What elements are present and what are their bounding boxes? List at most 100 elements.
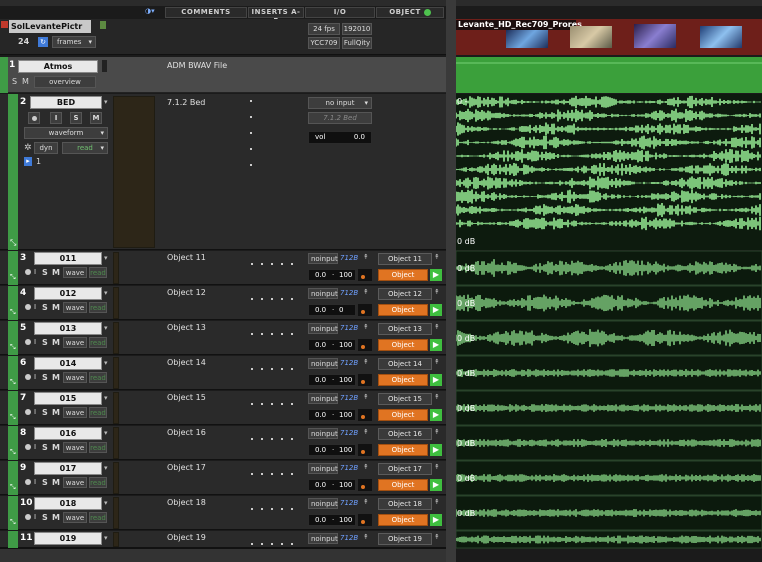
header-inserts[interactable]: INSERTS A-E bbox=[248, 7, 304, 25]
object-track-name[interactable]: 015 bbox=[34, 392, 102, 405]
object-input-select[interactable]: noinput bbox=[308, 323, 338, 334]
object-mode-button[interactable]: Object bbox=[378, 339, 428, 351]
bottom-scrollbar[interactable] bbox=[0, 548, 446, 562]
object-play-icon[interactable]: ▶ bbox=[430, 339, 442, 351]
object-link-icon[interactable]: ↟ bbox=[434, 463, 442, 471]
object-mode-button[interactable]: Object bbox=[378, 409, 428, 421]
object-mute-button[interactable]: M bbox=[52, 513, 60, 522]
object-link-icon[interactable]: ↟ bbox=[434, 533, 442, 541]
bed-playlist-icon[interactable]: ▸ bbox=[24, 157, 32, 166]
bed-automation-select[interactable]: read ▾ bbox=[62, 142, 108, 154]
object-mode-button[interactable]: Object bbox=[378, 269, 428, 281]
object-output-link-icon[interactable]: ↟ bbox=[363, 498, 373, 506]
record-dot-icon[interactable] bbox=[25, 269, 31, 275]
object-track-menu-icon[interactable]: ▾ bbox=[104, 499, 108, 507]
object-mode-button[interactable]: Object bbox=[378, 514, 428, 526]
object-input-select[interactable]: noinput bbox=[308, 393, 338, 404]
object-automation-select[interactable]: read bbox=[89, 302, 107, 313]
record-dot-icon[interactable] bbox=[25, 304, 31, 310]
object-comment[interactable]: Object 18 bbox=[167, 498, 247, 507]
object-name-button[interactable]: Object 17 bbox=[378, 463, 432, 475]
object-track-menu-icon[interactable]: ▾ bbox=[104, 324, 108, 332]
object-mute-button[interactable]: M bbox=[52, 373, 60, 382]
object-solo-button[interactable]: S bbox=[42, 443, 50, 452]
object-automation-select[interactable]: read bbox=[89, 407, 107, 418]
record-dot-icon[interactable] bbox=[25, 479, 31, 485]
atmos-track-tab[interactable] bbox=[0, 57, 8, 93]
atmos-view-select[interactable]: overview bbox=[34, 76, 96, 88]
object-automation-select[interactable]: read bbox=[89, 477, 107, 488]
object-solo-button[interactable]: S bbox=[42, 513, 50, 522]
header-object[interactable]: OBJECT bbox=[376, 7, 444, 18]
object-comment[interactable]: Object 19 bbox=[167, 533, 247, 542]
object-solo-button[interactable]: S bbox=[42, 268, 50, 277]
object-track-tab[interactable] bbox=[8, 531, 18, 548]
object-mute-button[interactable]: M bbox=[52, 408, 60, 417]
object-track-name[interactable]: 013 bbox=[34, 322, 102, 335]
object-name-button[interactable]: Object 14 bbox=[378, 358, 432, 370]
object-track-name[interactable]: 018 bbox=[34, 497, 102, 510]
object-play-icon[interactable]: ▶ bbox=[430, 514, 442, 526]
object-track-name[interactable]: 012 bbox=[34, 287, 102, 300]
object-pan-field[interactable]: 0.0 · 100 bbox=[308, 479, 356, 491]
object-name-button[interactable]: Object 16 bbox=[378, 428, 432, 440]
object-panner-mini[interactable] bbox=[358, 444, 372, 456]
object-insert-slots[interactable] bbox=[251, 398, 305, 405]
object-output-select[interactable]: 712B bbox=[340, 323, 362, 334]
object-output-link-icon[interactable]: ↟ bbox=[363, 323, 373, 331]
object-track-name[interactable]: 011 bbox=[34, 252, 102, 265]
record-dot-icon[interactable] bbox=[25, 374, 31, 380]
object-pan-field[interactable]: 0.0 · 100 bbox=[308, 444, 356, 456]
object-link-icon[interactable]: ↟ bbox=[434, 323, 442, 331]
record-dot-icon[interactable] bbox=[25, 409, 31, 415]
record-dot-icon[interactable] bbox=[25, 444, 31, 450]
object-name-button[interactable]: Object 18 bbox=[378, 498, 432, 510]
object-comment[interactable]: Object 13 bbox=[167, 323, 247, 332]
object-resize-icon[interactable]: ⤡ bbox=[10, 273, 16, 282]
object-mute-button[interactable]: M bbox=[52, 268, 60, 277]
object-comment[interactable]: Object 11 bbox=[167, 253, 247, 262]
object-play-icon[interactable]: ▶ bbox=[430, 444, 442, 456]
object-insert-slots[interactable] bbox=[251, 468, 305, 475]
object-comment[interactable]: Object 14 bbox=[167, 358, 247, 367]
object-insert-slots[interactable] bbox=[251, 328, 305, 335]
object-comment[interactable]: Object 16 bbox=[167, 428, 247, 437]
timeline-waveforms[interactable]: 0 - 0 dB 0 dB 0 dB 0 dB 0 dB 0 dB 0 dB 0 dB 0 dB bbox=[456, 94, 762, 562]
object-automation-select[interactable]: read bbox=[89, 372, 107, 383]
object-output-select[interactable]: 712B bbox=[340, 253, 362, 264]
object-solo-button[interactable]: S bbox=[42, 303, 50, 312]
object-play-icon[interactable]: ▶ bbox=[430, 269, 442, 281]
object-solo-button[interactable]: S bbox=[42, 338, 50, 347]
input-monitor-icon[interactable]: I bbox=[34, 268, 40, 276]
object-output-select[interactable]: 712B bbox=[340, 393, 362, 404]
object-panner-mini[interactable] bbox=[358, 514, 372, 526]
object-insert-slots[interactable] bbox=[251, 258, 305, 265]
object-output-link-icon[interactable]: ↟ bbox=[363, 253, 373, 261]
object-resize-icon[interactable]: ⤡ bbox=[10, 343, 16, 352]
video-fps-button[interactable]: 24 fps bbox=[308, 23, 340, 35]
object-track-name[interactable]: 016 bbox=[34, 427, 102, 440]
object-output-link-icon[interactable]: ↟ bbox=[363, 533, 373, 541]
object-link-icon[interactable]: ↟ bbox=[434, 393, 442, 401]
object-mute-button[interactable]: M bbox=[52, 338, 60, 347]
object-track-menu-icon[interactable]: ▾ bbox=[104, 254, 108, 262]
object-comment[interactable]: Object 15 bbox=[167, 393, 247, 402]
input-monitor-icon[interactable]: I bbox=[34, 408, 40, 416]
object-automation-select[interactable]: read bbox=[89, 337, 107, 348]
bed-input-button[interactable]: I bbox=[50, 112, 62, 124]
object-name-button[interactable]: Object 13 bbox=[378, 323, 432, 335]
object-link-icon[interactable]: ↟ bbox=[434, 498, 442, 506]
object-input-select[interactable]: noinput bbox=[308, 358, 338, 369]
object-mute-button[interactable]: M bbox=[52, 443, 60, 452]
record-dot-icon[interactable] bbox=[25, 339, 31, 345]
object-output-select[interactable]: 712B bbox=[340, 358, 362, 369]
object-mode-button[interactable]: Object bbox=[378, 444, 428, 456]
object-automation-select[interactable]: read bbox=[89, 267, 107, 278]
object-panner-mini[interactable] bbox=[358, 409, 372, 421]
object-track-menu-icon[interactable]: ▾ bbox=[104, 534, 108, 542]
object-resize-icon[interactable]: ⤡ bbox=[10, 378, 16, 387]
object-play-icon[interactable]: ▶ bbox=[430, 304, 442, 316]
input-monitor-icon[interactable]: I bbox=[34, 443, 40, 451]
object-output-select[interactable]: 712B bbox=[340, 463, 362, 474]
bed-comment[interactable]: 7.1.2 Bed bbox=[167, 98, 247, 107]
